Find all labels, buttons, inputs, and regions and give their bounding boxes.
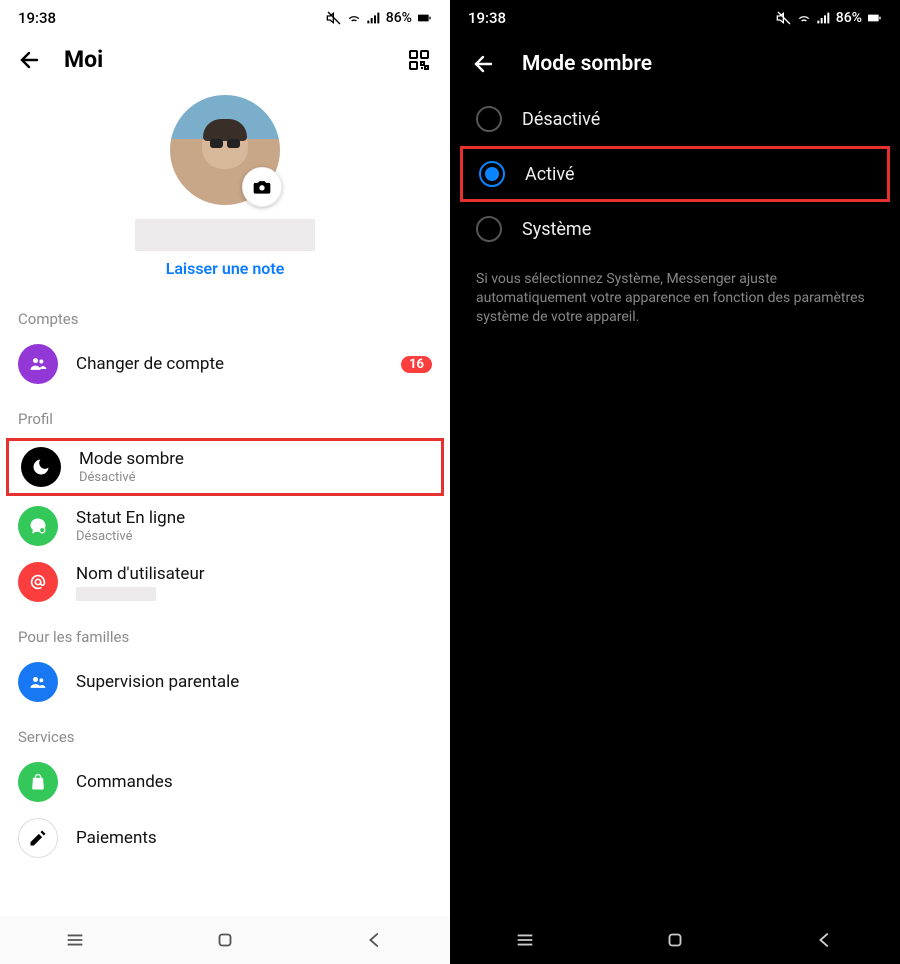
row-label: Changer de compte [76,354,224,374]
screen-profile-settings: 19:38 86% Moi Laisser une note Comptes [0,0,450,964]
notification-badge: 16 [401,356,432,373]
back-button[interactable] [472,52,496,76]
row-username[interactable]: Nom d'utilisateur [0,554,450,610]
bag-icon [18,762,58,802]
app-bar: Moi [0,36,450,89]
battery-icon [416,10,432,26]
option-label: Système [522,219,591,240]
leave-note-link[interactable]: Laisser une note [166,259,285,278]
pencil-icon [18,818,58,858]
highlight-box: Activé [460,146,890,202]
radio-icon [476,106,502,132]
status-time: 19:38 [18,9,56,27]
row-label: Statut En ligne [76,508,185,528]
row-dark-mode[interactable]: Mode sombre Désactivé [6,438,444,496]
section-familles: Pour les familles [0,610,450,654]
status-time: 19:38 [468,9,506,27]
nav-back[interactable] [363,928,387,952]
battery-text: 86% [386,10,412,26]
username-redacted [76,587,156,601]
radio-icon [476,216,502,242]
option-system[interactable]: Système [450,202,900,256]
section-services: Services [0,710,450,754]
status-icon [18,506,58,546]
section-comptes: Comptes [0,292,450,336]
moon-icon [21,447,61,487]
row-label: Paiements [76,828,157,848]
battery-icon [866,10,882,26]
option-on[interactable]: Activé [463,149,887,199]
nav-recents[interactable] [63,928,87,952]
row-orders[interactable]: Commandes [0,754,450,810]
app-bar: Mode sombre [450,36,900,92]
mute-icon [776,10,792,26]
nav-recents[interactable] [513,928,537,952]
change-photo-button[interactable] [242,167,282,207]
row-sub: Désactivé [76,529,185,544]
profile-name-redacted [135,219,315,251]
nav-home[interactable] [663,928,687,952]
qr-code-button[interactable] [406,47,432,73]
switch-account-icon [18,344,58,384]
family-icon [18,662,58,702]
row-supervision[interactable]: Supervision parentale [0,654,450,710]
android-navbar [450,916,900,964]
row-label: Commandes [76,772,173,792]
at-icon [18,562,58,602]
row-label: Nom d'utilisateur [76,564,205,584]
mute-icon [326,10,342,26]
status-bar: 19:38 86% [0,0,450,36]
section-profil: Profil [0,392,450,436]
row-payments[interactable]: Paiements [0,810,450,866]
wifi-icon [796,10,812,26]
option-off[interactable]: Désactivé [450,92,900,146]
battery-text: 86% [836,10,862,26]
row-online-status[interactable]: Statut En ligne Désactivé [0,498,450,554]
option-label: Activé [525,164,575,185]
helper-text: Si vous sélectionnez Système, Messenger … [450,256,900,327]
row-label: Mode sombre [79,449,184,469]
page-title: Mode sombre [522,52,878,76]
option-label: Désactivé [522,109,600,130]
camera-icon [252,177,272,197]
row-sub: Désactivé [79,470,184,485]
android-navbar [0,916,450,964]
row-switch-account[interactable]: Changer de compte 16 [0,336,450,392]
screen-dark-mode-setting: 19:38 86% Mode sombre Désactivé Activé S… [450,0,900,964]
back-button[interactable] [18,48,42,72]
signal-icon [816,10,832,26]
status-bar: 19:38 86% [450,0,900,36]
status-icons: 86% [776,10,882,26]
signal-icon [366,10,382,26]
avatar-container[interactable] [170,95,280,205]
nav-back[interactable] [813,928,837,952]
page-title: Moi [64,46,384,73]
profile-header: Laisser une note [0,89,450,292]
wifi-icon [346,10,362,26]
nav-home[interactable] [213,928,237,952]
status-icons: 86% [326,10,432,26]
radio-icon-selected [479,161,505,187]
row-label: Supervision parentale [76,672,239,692]
